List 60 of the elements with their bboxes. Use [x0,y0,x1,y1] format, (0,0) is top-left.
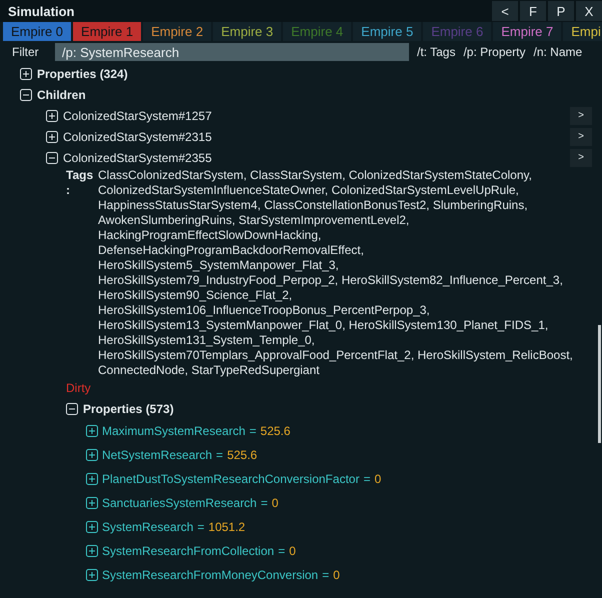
window-button[interactable]: P [548,1,574,21]
property-name[interactable]: SystemResearch [102,520,194,534]
window-button[interactable]: X [576,1,602,21]
expand-icon[interactable] [86,425,98,437]
property-value: 525.6 [260,424,290,438]
scrollbar-thumb[interactable] [598,325,601,443]
window-button[interactable]: < [492,1,518,21]
property-name[interactable]: SystemResearchFromMoneyConversion [102,568,318,582]
filter-hint: /n: Name [534,45,582,59]
property-name[interactable]: SystemResearchFromCollection [102,544,274,558]
property-value: 0 [333,568,340,582]
status-text: Dirty [65,380,92,397]
property-name[interactable]: SanctuariesSystemResearch [102,496,257,510]
expand-icon[interactable] [86,569,98,581]
property-name[interactable]: PlanetDustToSystemResearchConversionFactor [102,472,360,486]
tree-node-label[interactable]: ColonizedStarSystem#2355 [63,150,212,164]
tags-label: Tags : [66,168,92,199]
equals-sign: = [278,544,286,558]
empire-tab[interactable]: Empire 0 [3,22,72,41]
equals-sign: = [322,568,330,582]
collapse-icon[interactable] [20,88,32,100]
open-button[interactable]: > [570,128,592,146]
tags-list: ClassColonizedStarSystem, ClassStarSystem, ColonizedStarSystemStateColony, ColonizedStarSystemInfluenceStateOwner, ColonizedStarSystemLevelUpRule, HappinessStatusStarSystem4, ClassConstellationBonusTest2, SlumberingRuins, AwokenSlumberingRuins, StarSystemImprovementLevel2, HackingProgramEffectSlowDownHacking, DefenseHackingProgramBackdoorRemovalEffect, HeroSkillSystem5_SystemManpower_Flat_3, HeroSkillSystem79_IndustryFood_Perpop_2, HeroSkillSystem82_Influence_Percent_3, HeroSkillSystem90_Science_Flat_2, HeroSkillSystem106_InfluenceTroopBonus_PercentPerpop_3, HeroSkillSystem13_SystemManpower_Flat_0, HeroSkillSystem130_Planet_FIDS_1, HeroSkillSystem131_System_Temple_0, HeroSkillSystem70Templars_ApprovalFood_PercentFlat_2, HeroSkillSystem_RelicBoost, ConnectedNode, StarTypeRedSupergiant [98,168,578,378]
expand-icon[interactable] [86,521,98,533]
tree-node-label[interactable]: Children [37,88,86,102]
window-title: Simulation [7,4,76,18]
equals-sign: = [197,520,204,534]
equals-sign: = [249,424,256,438]
window-button[interactable]: F [520,1,546,21]
property-value: 525.6 [227,448,258,462]
empire-tab[interactable]: Empire 2 [143,22,212,41]
expand-icon[interactable] [86,497,98,509]
tree-node-label[interactable]: Properties (573) [83,402,174,416]
equals-sign: = [216,448,224,462]
collapse-icon[interactable] [66,402,78,414]
filter-field[interactable]: /p: SystemResearch [55,43,409,61]
open-button[interactable]: > [570,106,592,124]
property-value: 0 [272,496,278,510]
tree-node-label[interactable]: Properties (324) [37,66,128,80]
property-name[interactable]: NetSystemResearch [102,448,212,462]
open-button[interactable]: > [570,148,592,166]
property-value: 0 [374,472,382,486]
equals-sign: = [260,496,268,510]
collapse-icon[interactable] [46,152,58,164]
expand-icon[interactable] [86,449,98,461]
filter-hint: /p: Property [463,45,526,59]
tree-node-label[interactable]: ColonizedStarSystem#1257 [63,108,212,122]
empire-tab[interactable]: Empire 5 [353,22,422,41]
filter-label: Filter [12,45,40,59]
empire-tab[interactable]: Empire 3 [213,22,282,41]
property-name[interactable]: MaximumSystemResearch [102,424,246,438]
equals-sign: = [363,472,370,486]
property-value: 0 [289,544,296,558]
expand-icon[interactable] [86,545,98,557]
property-value: 1051.2 [208,520,246,534]
filter-hint: /t: Tags [417,45,456,59]
empire-tab[interactable]: Empi [563,22,602,41]
empire-tab[interactable]: Empire 7 [493,22,562,41]
tree-node-label[interactable]: ColonizedStarSystem#2315 [63,130,212,144]
expand-icon[interactable] [86,473,98,485]
